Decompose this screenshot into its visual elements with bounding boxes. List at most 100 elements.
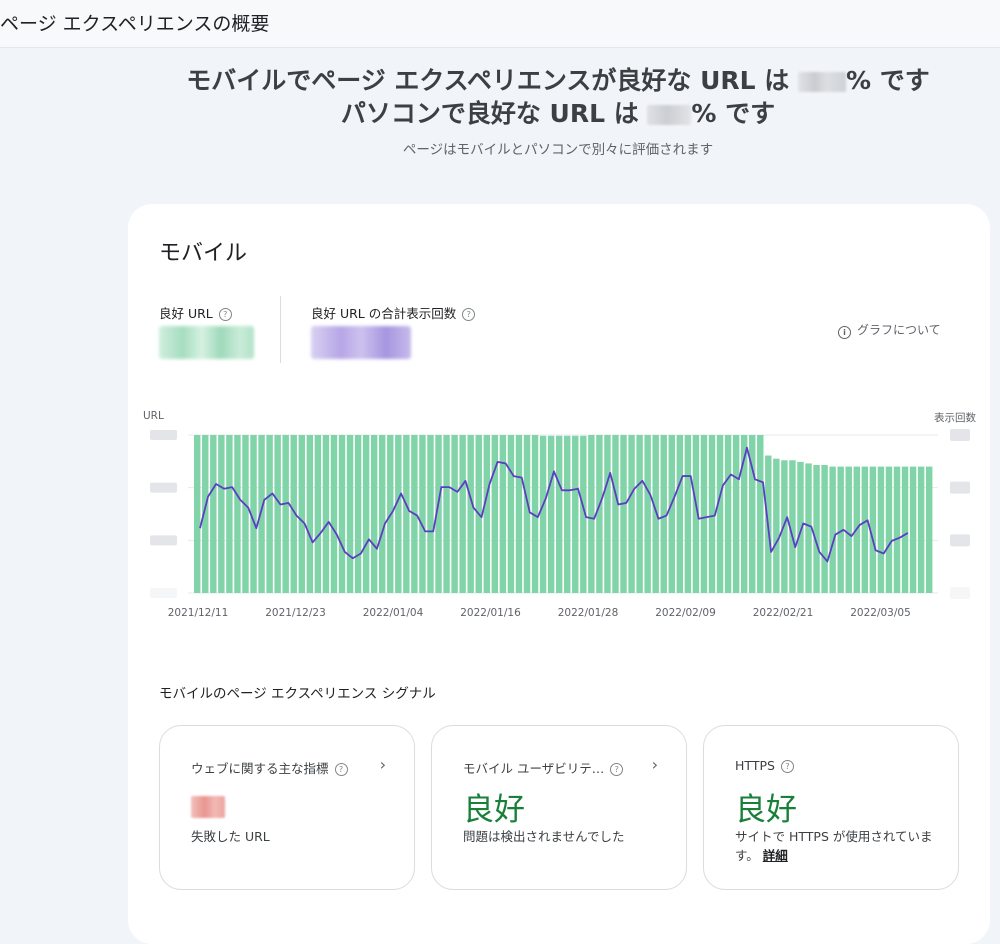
signal-desc: 失敗した URL	[191, 829, 270, 844]
chart-bar	[499, 435, 507, 593]
details-link[interactable]: 詳細	[763, 848, 788, 863]
page-title: ページ エクスペリエンスの概要	[0, 13, 270, 35]
x-tick-label: 2022/01/28	[558, 607, 619, 619]
chart-bar	[885, 466, 893, 593]
chart-bar	[282, 435, 289, 593]
summary-subtitle: ページはモバイルとパソコンで別々に評価されます	[402, 142, 714, 158]
chart-bar	[274, 435, 281, 593]
chart-bar	[813, 465, 820, 593]
chart-bar	[218, 435, 225, 593]
chart-bar	[539, 435, 547, 593]
chart-bar	[258, 435, 265, 593]
chart-bar	[354, 435, 362, 593]
signals-title: モバイルのページ エクスペリエンス シグナル	[159, 686, 436, 702]
chart-bar	[330, 435, 338, 593]
redacted-left-tick	[150, 430, 177, 440]
chevron-right-icon[interactable]: ›	[652, 755, 658, 774]
chevron-right-icon[interactable]: ›	[380, 755, 386, 774]
signal-desc: サイトで HTTPS が使用されています。 詳細	[735, 827, 950, 865]
chart-bar	[226, 435, 233, 593]
chart-bar	[660, 435, 667, 593]
mobile-card: モバイル 良好 URL? 良好 URL の合計表示回数? i グラフについて UR…	[128, 204, 990, 944]
chart-bar	[652, 435, 659, 593]
redacted-percentage	[647, 105, 692, 125]
chart-bar	[612, 435, 619, 593]
chart-bar	[877, 466, 885, 593]
chart-bar	[306, 435, 314, 593]
chart-bar	[716, 435, 724, 593]
chart-bar	[547, 435, 555, 593]
chart-bar	[925, 466, 933, 593]
desktop-summary-suffix: % です	[691, 99, 776, 128]
chart-bar	[194, 435, 201, 593]
signal-label-text: モバイル ユーザビリテ…	[463, 761, 605, 776]
redacted-right-tick	[950, 481, 970, 494]
signal-label: HTTPS?	[735, 758, 794, 773]
top-bar: ページ エクスペリエンスの概要	[0, 0, 1000, 48]
core-web-vitals-card[interactable]: ウェブに関する主な指標? › 失敗した URL	[159, 725, 415, 890]
chart-bar	[338, 435, 346, 593]
chart-bar	[732, 435, 740, 593]
x-tick-label: 2021/12/23	[265, 607, 326, 619]
chart-bar	[298, 435, 305, 593]
chart-bar	[909, 466, 917, 593]
chart-bar	[700, 435, 708, 593]
chart-bar	[242, 435, 249, 593]
x-tick-label: 2021/12/11	[168, 607, 229, 619]
signal-desc: 問題は検出されませんでした	[463, 829, 625, 844]
mobile-usability-card[interactable]: モバイル ユーザビリテ…? › 良好 問題は検出されませんでした	[431, 725, 687, 890]
chart-bar	[572, 435, 579, 593]
chart-bar	[861, 466, 869, 593]
chart-bar	[684, 435, 692, 593]
signal-label: モバイル ユーザビリテ…?	[463, 758, 624, 777]
signal-label-text: HTTPS	[735, 758, 775, 773]
chart-bar	[588, 435, 595, 593]
x-tick-label: 2022/02/09	[655, 607, 716, 619]
chart-bar	[845, 466, 852, 593]
chart-bar	[773, 458, 780, 593]
signal-label-text: ウェブに関する主な指標	[191, 761, 329, 776]
chart-bar	[917, 466, 925, 593]
chart-bar	[483, 435, 490, 593]
https-card: HTTPS? 良好 サイトで HTTPS が使用されています。 詳細	[703, 725, 959, 890]
mobile-summary-suffix: % です	[846, 66, 930, 95]
chart-bar	[395, 435, 402, 593]
chart-bar	[451, 435, 458, 593]
chart-bar	[515, 435, 523, 593]
left-axis-label: URL	[143, 410, 164, 422]
chart-bar	[829, 466, 836, 593]
chart-bar	[724, 435, 732, 593]
chart-bar	[443, 435, 450, 593]
desktop-summary-text: パソコンで良好な URL は	[340, 99, 648, 128]
chart-bar	[676, 435, 684, 593]
mobile-summary: モバイルでページ エクスペリエンスが良好な URL は % です	[0, 64, 1000, 97]
chart-bar	[555, 435, 563, 593]
chart-bar	[893, 466, 901, 593]
chart-bar	[523, 435, 531, 593]
signal-label: ウェブに関する主な指標?	[191, 758, 348, 777]
chart-bar	[644, 435, 651, 593]
redacted-failed-count	[191, 796, 225, 818]
chart-bar	[708, 435, 716, 593]
chart-bar	[564, 435, 571, 593]
chart-bar	[668, 435, 675, 593]
chart-bar	[234, 435, 241, 593]
chart-bar	[379, 435, 386, 593]
help-icon[interactable]: ?	[334, 763, 348, 776]
chart-bar	[491, 435, 499, 593]
redacted-left-tick	[150, 588, 177, 598]
chart-bar	[419, 435, 426, 593]
chart-bar	[266, 435, 273, 593]
redacted-right-tick	[950, 534, 970, 547]
chart-bar	[403, 435, 410, 593]
redacted-right-tick	[950, 587, 970, 599]
desktop-summary: パソコンで良好な URL は % です	[0, 97, 1000, 130]
x-tick-label: 2022/01/16	[460, 607, 521, 619]
help-icon[interactable]: ?	[610, 763, 624, 776]
redacted-percentage	[798, 72, 847, 92]
chart-bar	[467, 435, 474, 593]
x-tick-label: 2022/02/21	[753, 607, 814, 619]
summary-header: モバイルでページ エクスペリエンスが良好な URL は % です パソコンで良好…	[0, 64, 1000, 158]
chart-bar	[459, 435, 466, 593]
help-icon[interactable]: ?	[780, 760, 794, 773]
